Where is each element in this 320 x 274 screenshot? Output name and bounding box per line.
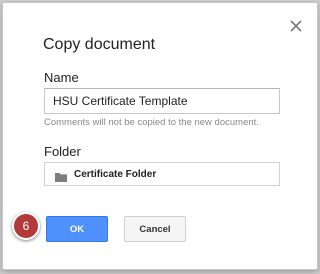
copy-document-dialog: Copy document Name Comments will not be … (2, 2, 318, 270)
folder-name: Certificate Folder (74, 168, 157, 180)
dialog-title: Copy document (43, 36, 156, 53)
comments-hint: Comments will not be copied to the new d… (44, 117, 259, 128)
name-label: Name (44, 70, 79, 85)
folder-icon (55, 169, 67, 182)
ok-button[interactable]: OK (46, 216, 108, 242)
folder-label: Folder (44, 144, 81, 159)
close-icon[interactable] (289, 19, 303, 33)
document-name-input[interactable] (44, 88, 280, 114)
folder-picker[interactable]: Certificate Folder (44, 162, 280, 186)
cancel-button[interactable]: Cancel (124, 216, 186, 242)
step-badge: 6 (12, 212, 40, 240)
